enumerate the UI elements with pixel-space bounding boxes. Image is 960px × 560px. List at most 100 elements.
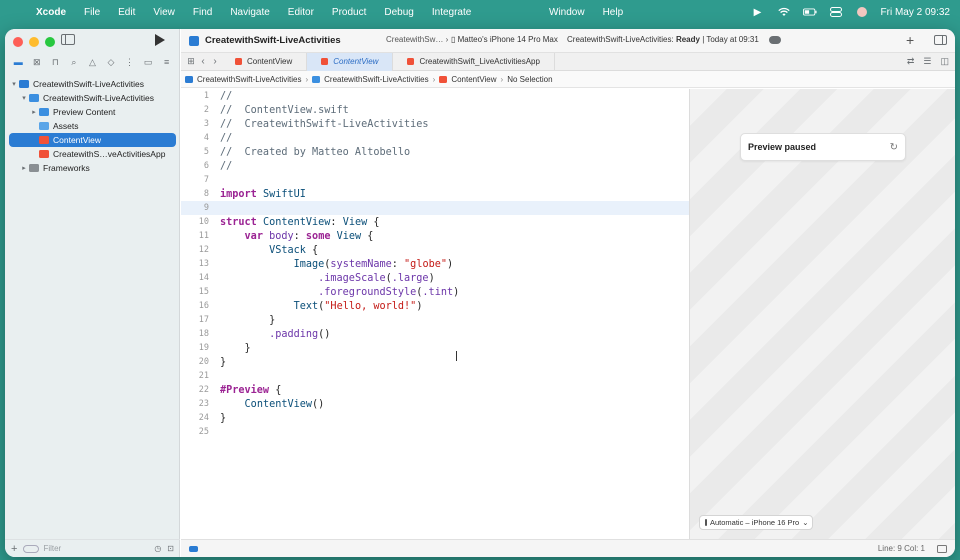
back-arrow-icon[interactable]: ‹ <box>197 56 209 67</box>
code-line[interactable]: 11 var body: some View { <box>181 229 689 243</box>
menu-editor[interactable]: Editor <box>279 7 323 18</box>
editor-options-icon[interactable]: ☰ <box>923 56 931 67</box>
source-control-icon[interactable]: ⊠ <box>32 57 42 67</box>
code-line[interactable]: 6 // <box>181 159 689 173</box>
minimize-window-button[interactable] <box>29 37 39 47</box>
tree-item-group[interactable]: ▾ CreatewithSwift-LiveActivities <box>9 91 176 105</box>
line-number: 6 <box>203 161 209 171</box>
menu-integrate[interactable]: Integrate <box>423 7 480 18</box>
add-icon[interactable]: + <box>11 543 17 555</box>
issue-icon[interactable]: △ <box>87 57 97 67</box>
filter-options-icon[interactable] <box>23 544 40 553</box>
refresh-icon[interactable]: ↻ <box>890 142 898 153</box>
code-line[interactable]: 24} <box>181 411 689 425</box>
code-line[interactable]: 4 // <box>181 131 689 145</box>
code-line[interactable]: 13 Image(systemName: "globe") <box>181 257 689 271</box>
grid-icon[interactable]: ⊞ <box>185 56 197 67</box>
report-icon[interactable]: ≡ <box>162 57 172 67</box>
test-icon[interactable]: ◇ <box>106 57 116 67</box>
code-line[interactable]: 19 } <box>181 341 689 355</box>
chevron-down-icon[interactable]: ▾ <box>19 94 29 102</box>
code-line[interactable]: 1 // <box>181 89 689 103</box>
tab-contentview-active[interactable]: ContentView <box>307 52 394 71</box>
close-window-button[interactable] <box>13 37 23 47</box>
tree-item-frameworks[interactable]: ▸ Frameworks <box>9 161 176 175</box>
code-text: .imageScale(.large) <box>318 272 435 284</box>
code-line[interactable]: 3 // CreatewithSwift-LiveActivities <box>181 117 689 131</box>
menu-app-name[interactable]: Xcode <box>36 7 75 18</box>
code-line[interactable]: 7 <box>181 173 689 187</box>
code-line[interactable]: 2 // ContentView.swift <box>181 103 689 117</box>
tab-app[interactable]: CreatewithSwift_LiveActivitiesApp <box>393 52 555 71</box>
debug-icon[interactable]: ⋮ <box>125 57 135 67</box>
code-line[interactable]: 14 .imageScale(.large) <box>181 271 689 285</box>
panel-toggle-icon[interactable] <box>937 544 947 553</box>
chevron-down-icon[interactable]: ▾ <box>9 80 19 88</box>
jumpbar-group[interactable]: CreatewithSwift-LiveActivities <box>324 75 428 84</box>
user-avatar-icon[interactable] <box>855 6 869 18</box>
add-icon[interactable]: + <box>906 32 914 48</box>
tree-item-app[interactable]: CreatewithS…veActivitiesApp <box>9 147 176 161</box>
menu-edit[interactable]: Edit <box>109 7 144 18</box>
menu-view[interactable]: View <box>144 7 184 18</box>
forward-arrow-icon[interactable]: › <box>209 56 221 67</box>
preview-canvas[interactable]: Preview paused ↻ Automatic – iPhone 16 P… <box>689 89 955 539</box>
tab-contentview[interactable]: ContentView <box>221 52 308 71</box>
recent-files-icon[interactable]: ◷ <box>154 544 161 553</box>
code-line[interactable]: 9 <box>181 201 689 215</box>
bookmark-icon[interactable]: ⊓ <box>50 57 60 67</box>
jumpbar-selection[interactable]: No Selection <box>507 75 552 84</box>
code-line[interactable]: 17 } <box>181 313 689 327</box>
filter-field[interactable]: Filter <box>23 543 148 554</box>
menu-product[interactable]: Product <box>323 7 375 18</box>
wifi-icon[interactable] <box>777 6 791 18</box>
code-line[interactable]: 22 #Preview { <box>181 383 689 397</box>
code-line[interactable]: 16 Text("Hello, world!") <box>181 299 689 313</box>
refresh-icon[interactable]: ⇄ <box>907 56 915 67</box>
run-destination-selector[interactable]: ▯ Matteo's iPhone 14 Pro Max <box>451 35 558 44</box>
code-line[interactable]: 12 VStack { <box>181 243 689 257</box>
chevron-right-icon[interactable]: ▸ <box>19 164 29 172</box>
cloud-icon[interactable] <box>769 36 781 44</box>
split-editor-icon[interactable]: ◫ <box>940 56 949 67</box>
code-line[interactable]: 8 import SwiftUI <box>181 187 689 201</box>
tree-item-project[interactable]: ▾ CreatewithSwift-LiveActivities <box>9 77 176 91</box>
play-status-icon[interactable]: ▶ <box>751 6 765 18</box>
tree-item-preview-content[interactable]: ▸ Preview Content <box>9 105 176 119</box>
jumpbar-file[interactable]: ContentView <box>451 75 496 84</box>
zoom-window-button[interactable] <box>45 37 55 47</box>
run-button[interactable] <box>155 34 165 46</box>
code-line[interactable]: 10 struct ContentView: View { <box>181 215 689 229</box>
menu-debug[interactable]: Debug <box>375 7 422 18</box>
preview-status-card[interactable]: Preview paused ↻ <box>740 133 906 161</box>
menu-window[interactable]: Window <box>540 7 594 18</box>
scheme-selector[interactable]: CreatewithSw… › <box>386 35 448 44</box>
menu-navigate[interactable]: Navigate <box>221 7 278 18</box>
inspector-toggle-icon[interactable] <box>934 35 947 45</box>
folder-navigator-icon[interactable]: ▬ <box>13 57 23 67</box>
sidebar-toggle-icon[interactable] <box>61 34 75 45</box>
code-line[interactable]: 20} <box>181 355 689 369</box>
source-control-filter-icon[interactable]: ⊡ <box>167 544 174 553</box>
code-line[interactable]: 5 // Created by Matteo Altobello <box>181 145 689 159</box>
debug-area-toggle-icon[interactable] <box>189 545 198 552</box>
preview-device-picker[interactable]: Automatic – iPhone 16 Pro ⌄ <box>699 515 813 530</box>
code-line[interactable]: 15 .foregroundStyle(.tint) <box>181 285 689 299</box>
menu-help[interactable]: Help <box>594 7 633 18</box>
menu-find[interactable]: Find <box>184 7 221 18</box>
jumpbar-project[interactable]: CreatewithSwift-LiveActivities <box>197 75 301 84</box>
tree-item-assets[interactable]: Assets <box>9 119 176 133</box>
code-line[interactable]: 25 <box>181 425 689 439</box>
find-icon[interactable]: ⌕ <box>69 57 79 67</box>
menubar-clock[interactable]: Fri May 2 09:32 <box>881 7 950 18</box>
chevron-right-icon[interactable]: ▸ <box>29 108 39 116</box>
code-line[interactable]: 18 .padding() <box>181 327 689 341</box>
battery-icon[interactable] <box>802 6 817 18</box>
source-editor[interactable]: 1 // 2 // ContentView.swift 3 // CreatewithSw… <box>181 89 689 539</box>
code-line[interactable]: 21 <box>181 369 689 383</box>
breakpoint-icon[interactable]: ▭ <box>143 57 153 67</box>
tree-item-contentview[interactable]: ContentView <box>9 133 176 147</box>
menu-file[interactable]: File <box>75 7 109 18</box>
code-line[interactable]: 23 ContentView() <box>181 397 689 411</box>
control-center-icon[interactable] <box>829 6 843 18</box>
